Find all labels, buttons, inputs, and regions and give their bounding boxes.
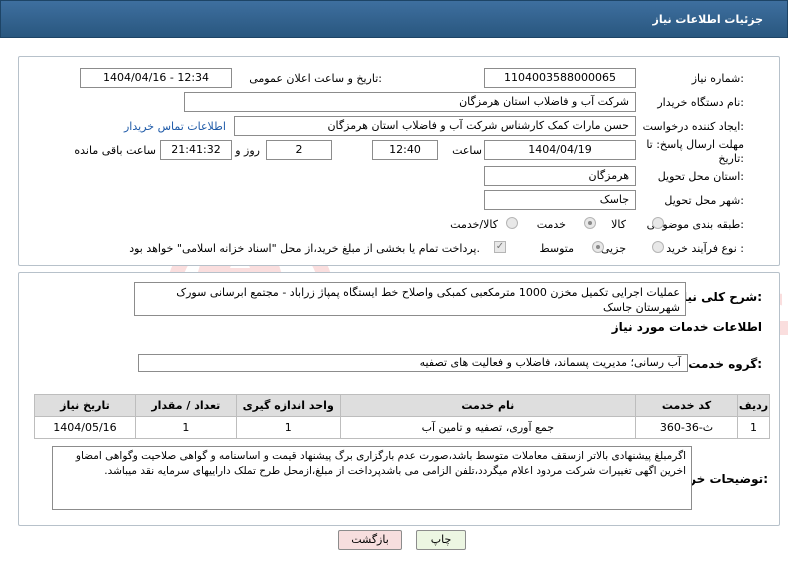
treasury-payment-checkbox[interactable]: ✓ — [494, 241, 506, 253]
process-label: نوع فرآیند خرید : — [666, 242, 744, 255]
page-title: جزئیات اطلاعات نیاز — [652, 13, 764, 26]
deadline-label-line1: مهلت ارسال پاسخ: تا — [646, 138, 744, 151]
buyer-org-field: شرکت آب و فاضلاب استان هرمزگان — [184, 92, 636, 112]
back-button[interactable]: بازگشت — [338, 530, 402, 550]
process-radio-medium[interactable] — [592, 241, 604, 253]
service-group-label: گروه خدمت: — [688, 357, 762, 371]
cell-row: 1 — [736, 416, 771, 439]
deadline-time-label: ساعت — [452, 144, 482, 157]
buyer-org-label: نام دستگاه خریدار: — [657, 96, 744, 109]
services-table: تاریخ نیاز تعداد / مقدار واحد اندازه گیر… — [34, 394, 771, 439]
buyer-contact-link[interactable]: اطلاعات تماس خریدار — [124, 120, 226, 133]
category-option-goods: کالا — [611, 218, 626, 231]
province-label: استان محل تحویل: — [657, 170, 744, 183]
process-radio-minor[interactable] — [652, 241, 664, 253]
need-number-label: شماره نیاز: — [691, 72, 744, 85]
cell-service-code: ث-36-360 — [635, 416, 738, 439]
province-field: هرمزگان — [484, 166, 636, 186]
cell-unit: 1 — [235, 416, 341, 439]
remaining-time-field: 21:41:32 — [160, 140, 232, 160]
city-field: جاسک — [484, 190, 636, 210]
col-header-unit: واحد اندازه گیری — [235, 394, 341, 417]
category-option-service: خدمت — [536, 218, 566, 231]
days-label: روز و — [235, 144, 260, 157]
announce-field: 1404/04/16 - 12:34 — [80, 68, 232, 88]
creator-field: حسن مارات کمک کارشناس شرکت آب و فاضلاب ا… — [234, 116, 636, 136]
table-row: 1404/05/16 1 1 جمع آوری، تصفیه و تامین آ… — [34, 416, 771, 439]
category-radio-goods[interactable] — [652, 217, 664, 229]
process-option-medium: متوسط — [539, 242, 574, 255]
deadline-label-line2: تاریخ: — [718, 152, 744, 165]
process-option-minor: جزیی — [600, 242, 626, 255]
buyer-notes-text: اگرمبلغ پیشنهادی بالاتر ازسقف معاملات مت… — [52, 446, 692, 510]
service-group-field: آب رسانی؛ مدیریت پسماند، فاضلاب و فعالیت… — [138, 354, 688, 372]
print-button[interactable]: چاپ — [416, 530, 466, 550]
deadline-date-field: 1404/04/19 — [484, 140, 636, 160]
col-header-date: تاریخ نیاز — [34, 394, 136, 417]
remaining-label: ساعت باقی مانده — [74, 144, 156, 157]
col-header-service-name: نام خدمت — [339, 394, 637, 417]
announce-label: تاریخ و ساعت اعلان عمومی: — [249, 72, 382, 85]
need-number-field: 1104003588000065 — [484, 68, 636, 88]
deadline-time-field: 12:40 — [372, 140, 438, 160]
cell-service-name: جمع آوری، تصفیه و تامین آب — [339, 416, 637, 439]
summary-text: عملیات اجرایی تکمیل مخزن 1000 مترمکعبی ک… — [134, 282, 686, 316]
col-header-service-code: کد خدمت — [635, 394, 738, 417]
creator-label: ایجاد کننده درخواست: — [642, 120, 744, 133]
city-label: شهر محل تحویل: — [664, 194, 744, 207]
category-radio-service[interactable] — [584, 217, 596, 229]
col-header-row: ردیف — [736, 394, 771, 417]
cell-qty: 1 — [134, 416, 237, 439]
cell-date: 1404/05/16 — [34, 416, 136, 439]
table-header-row: تاریخ نیاز تعداد / مقدار واحد اندازه گیر… — [34, 394, 771, 417]
payment-note: پرداخت تمام یا بخشی از مبلغ خرید،از محل … — [129, 242, 480, 255]
col-header-qty: تعداد / مقدار — [134, 394, 237, 417]
category-option-both: کالا/خدمت — [450, 218, 498, 231]
category-radio-both[interactable] — [506, 217, 518, 229]
page-header: جزئیات اطلاعات نیاز — [0, 0, 788, 38]
services-section-title: اطلاعات خدمات مورد نیاز — [611, 320, 762, 334]
summary-label: شرح کلی نیاز: — [676, 290, 762, 304]
days-field: 2 — [266, 140, 332, 160]
